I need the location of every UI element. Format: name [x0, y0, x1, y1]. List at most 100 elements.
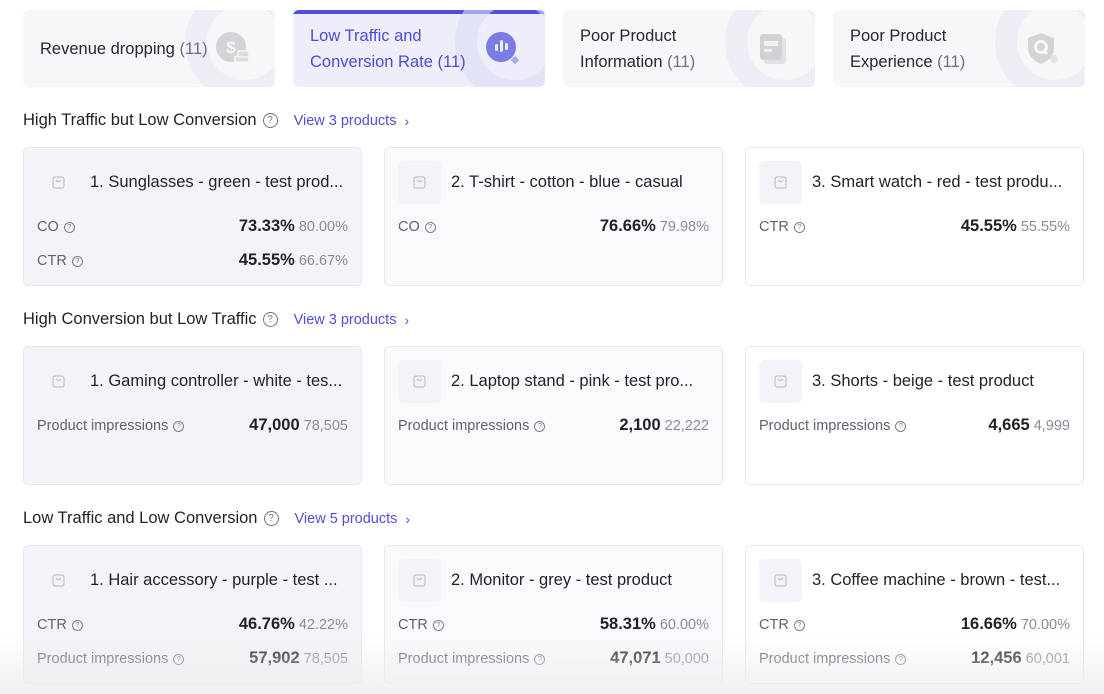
- help-circle-icon[interactable]: ?: [173, 420, 185, 432]
- help-circle-icon[interactable]: ?: [63, 221, 75, 233]
- product-card[interactable]: 2. Laptop stand - pink - test pro... Pro…: [384, 346, 723, 485]
- help-circle-icon[interactable]: ?: [895, 653, 907, 665]
- help-circle-icon[interactable]: ?: [262, 113, 278, 128]
- help-circle-icon[interactable]: ?: [793, 221, 805, 233]
- metric-value: 47,000: [249, 416, 300, 434]
- metric-value: 16.66%: [960, 615, 1017, 633]
- product-card[interactable]: 3. Smart watch - red - test produ... CTR…: [745, 147, 1084, 286]
- product-title: 1. Gaming controller - white - tes...: [90, 372, 343, 390]
- shield-q-icon: [1028, 32, 1058, 64]
- product-title: 1. Sunglasses - green - test prod...: [90, 173, 344, 191]
- chevron-right-icon: ›: [404, 311, 410, 328]
- metric-value: 46.76%: [238, 615, 295, 633]
- metric-benchmark: 60.00%: [659, 617, 709, 633]
- metric-benchmark: 79.98%: [659, 219, 709, 235]
- product-thumbnail: [759, 559, 802, 602]
- svg-text:$: $: [226, 38, 236, 57]
- help-circle-icon[interactable]: ?: [262, 312, 278, 327]
- metric-row: CTR? 45.55% 66.67%: [37, 251, 348, 269]
- help-circle-icon[interactable]: ?: [432, 619, 444, 631]
- metric-benchmark: 60,001: [1025, 651, 1070, 667]
- metric-row: Product impressions? 57,902 78,505: [37, 649, 348, 667]
- metric-row: Product impressions? 12,456 60,001: [759, 649, 1070, 667]
- metric-row: Product impressions? 2,100 22,222: [398, 416, 709, 434]
- help-circle-icon[interactable]: ?: [71, 619, 83, 631]
- metric-row: Product impressions? 47,000 78,505: [37, 416, 348, 434]
- metric-value: 4,665: [988, 416, 1030, 434]
- tab-label: Low Traffic and Conversion Rate (11): [310, 26, 466, 71]
- metric-benchmark: 4,999: [1033, 418, 1070, 434]
- product-card[interactable]: 1. Hair accessory - purple - test ... CT…: [23, 545, 362, 684]
- metric-value: 47,071: [610, 649, 661, 667]
- metric-benchmark: 50,000: [664, 651, 709, 667]
- product-title: 3. Coffee machine - brown - test...: [812, 571, 1061, 589]
- metric-value: 12,456: [971, 649, 1022, 667]
- section-title: High Traffic but Low Conversion: [23, 111, 257, 129]
- product-title: 2. Laptop stand - pink - test pro...: [451, 372, 694, 390]
- metric-benchmark: 55.55%: [1020, 219, 1070, 235]
- product-thumbnail: [398, 559, 441, 602]
- section-header-high-traffic-low-conversion: High Traffic but Low Conversion ? View 3…: [23, 111, 409, 130]
- tab-label: Revenue dropping (11): [40, 39, 208, 58]
- product-thumbnail: [759, 360, 802, 403]
- product-card[interactable]: 1. Sunglasses - green - test prod... CO?…: [23, 147, 362, 286]
- help-circle-icon[interactable]: ?: [534, 653, 546, 665]
- product-title: 3. Smart watch - red - test produ...: [812, 173, 1063, 191]
- product-thumbnail: [37, 559, 80, 602]
- shopping-bag-icon: [774, 176, 787, 189]
- product-card[interactable]: 3. Shorts - beige - test product Product…: [745, 346, 1084, 485]
- shopping-bag-icon: [52, 574, 65, 587]
- view-products-link[interactable]: View 3 products ›: [294, 113, 410, 129]
- product-thumbnail: [759, 161, 802, 204]
- metric-value: 58.31%: [599, 615, 656, 633]
- metric-benchmark: 42.22%: [298, 617, 348, 633]
- section-title: Low Traffic and Low Conversion: [23, 509, 258, 527]
- metric-benchmark: 22,222: [664, 418, 709, 434]
- metric-value: 57,902: [249, 649, 300, 667]
- product-thumbnail: [398, 161, 441, 204]
- metric-row: CTR? 45.55% 55.55%: [759, 217, 1070, 235]
- metric-value: 45.55%: [238, 251, 295, 269]
- metric-benchmark: 70.00%: [1020, 617, 1070, 633]
- product-title: 3. Shorts - beige - test product: [812, 372, 1034, 390]
- metric-value: 2,100: [619, 416, 661, 434]
- help-circle-icon[interactable]: ?: [793, 619, 805, 631]
- product-cards-high-conversion-low-traffic: 1. Gaming controller - white - tes... Pr…: [23, 346, 1084, 485]
- metric-row: CO? 73.33% 80.00%: [37, 217, 348, 235]
- dollar-coin-icon: $: [216, 31, 250, 63]
- analytics-search-icon: [486, 31, 519, 64]
- metric-row: CTR? 46.76% 42.22%: [37, 615, 348, 633]
- tab-low-traffic-conversion[interactable]: Low Traffic and Conversion Rate (11): [293, 10, 545, 87]
- product-card[interactable]: 3. Coffee machine - brown - test... CTR?…: [745, 545, 1084, 684]
- help-circle-icon[interactable]: ?: [263, 511, 279, 526]
- metric-value: 45.55%: [960, 217, 1017, 235]
- product-thumbnail: [398, 360, 441, 403]
- product-cards-low-traffic-low-conversion: 1. Hair accessory - purple - test ... CT…: [23, 545, 1084, 684]
- view-products-link[interactable]: View 3 products ›: [294, 312, 410, 328]
- tab-poor-product-experience[interactable]: Poor Product Experience (11): [833, 10, 1085, 87]
- shopping-bag-icon: [774, 574, 787, 587]
- metric-value: 76.66%: [599, 217, 656, 235]
- help-circle-icon[interactable]: ?: [424, 221, 436, 233]
- section-header-low-traffic-low-conversion: Low Traffic and Low Conversion ? View 5 …: [23, 509, 410, 528]
- help-circle-icon[interactable]: ?: [534, 420, 546, 432]
- tab-revenue-dropping[interactable]: Revenue dropping (11) $: [23, 10, 275, 87]
- product-thumbnail: [37, 161, 80, 204]
- metric-row: CTR? 16.66% 70.00%: [759, 615, 1070, 633]
- shopping-bag-icon: [52, 176, 65, 189]
- metric-row: CTR? 58.31% 60.00%: [398, 615, 709, 633]
- product-card[interactable]: 1. Gaming controller - white - tes... Pr…: [23, 346, 362, 485]
- product-title: 2. Monitor - grey - test product: [451, 571, 673, 589]
- help-circle-icon[interactable]: ?: [173, 653, 185, 665]
- view-products-link[interactable]: View 5 products ›: [295, 511, 411, 527]
- product-card[interactable]: 2. T-shirt - cotton - blue - casual CO? 7…: [384, 147, 723, 286]
- category-tabs: Revenue dropping (11) $ Low Traffic and …: [23, 10, 1085, 87]
- section-header-high-conversion-low-traffic: High Conversion but Low Traffic ? View 3…: [23, 310, 409, 329]
- shopping-bag-icon: [413, 176, 426, 189]
- help-circle-icon[interactable]: ?: [71, 255, 83, 267]
- tab-poor-product-information[interactable]: Poor Product Information (11): [563, 10, 815, 87]
- help-circle-icon[interactable]: ?: [895, 420, 907, 432]
- product-title: 2. T-shirt - cotton - blue - casual: [451, 173, 683, 191]
- product-card[interactable]: 2. Monitor - grey - test product CTR? 58.…: [384, 545, 723, 684]
- metric-row: CO? 76.66% 79.98%: [398, 217, 709, 235]
